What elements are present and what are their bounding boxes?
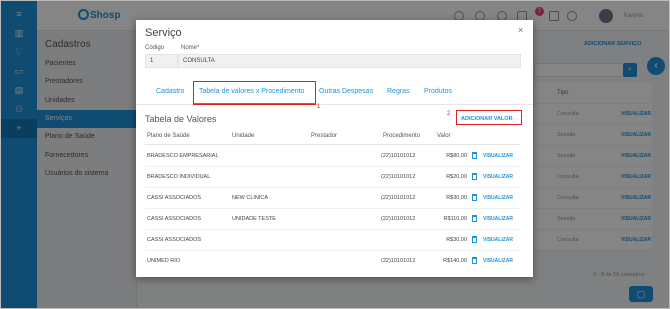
section-title: Tabela de Valores — [145, 114, 217, 124]
table-row: CASSI ASSOCIADOS NEW CLINICA (22)1010101… — [145, 188, 521, 209]
table-row: UNIMED RIO (22)10101012 R$140,00 VISUALI… — [145, 251, 521, 272]
cell-procedimento: (22)10101012 — [381, 258, 416, 264]
tab-outras-despesas[interactable]: Outras Despesas — [319, 88, 373, 95]
column-prestador: Prestador — [311, 133, 338, 139]
cell-valor: R$140,00 — [443, 258, 467, 264]
trash-icon[interactable] — [472, 173, 477, 180]
codigo-field[interactable]: 1 — [145, 54, 178, 68]
column-plano: Plano de Saúde — [147, 133, 190, 139]
column-procedimento: Procedimento — [383, 133, 421, 139]
cell-unidade: NEW CLINICA — [232, 195, 269, 201]
table-row: BRADESCO EMPRESARIAL (22)10101012 R$80,0… — [145, 146, 521, 167]
cell-procedimento: (22)10101012 — [381, 153, 416, 159]
cell-procedimento: (22)10101012 — [381, 195, 416, 201]
cell-valor: R$30,00 — [446, 237, 467, 243]
visualizar-link[interactable]: VISUALIZAR — [483, 153, 513, 159]
visualizar-link[interactable]: VISUALIZAR — [483, 216, 513, 222]
column-unidade: Unidade — [232, 133, 255, 139]
visualizar-link[interactable]: VISUALIZAR — [483, 258, 513, 264]
visualizar-link[interactable]: VISUALIZAR — [483, 174, 513, 180]
add-value-button[interactable]: ADICIONAR VALOR — [461, 116, 513, 122]
nome-field[interactable]: CONSULTA — [178, 54, 521, 68]
modal-title: Serviço — [145, 27, 182, 39]
tab-regras[interactable]: Regras — [387, 88, 410, 95]
table-row: CASSI ASSOCIADOS R$30,00 VISUALIZAR — [145, 230, 521, 251]
close-icon[interactable]: × — [518, 25, 523, 35]
table-row: CASSI ASSOCIADOS UNIDADE TESTE (22)10101… — [145, 209, 521, 230]
trash-icon[interactable] — [472, 215, 477, 222]
cell-valor: R$30,00 — [446, 195, 467, 201]
visualizar-link[interactable]: VISUALIZAR — [483, 195, 513, 201]
tab-cadastro[interactable]: Cadastro — [156, 88, 184, 95]
cell-plano: UNIMED RIO — [147, 258, 180, 264]
annotation-number-2: 2 — [447, 111, 451, 117]
cell-plano: BRADESCO EMPRESARIAL — [147, 153, 219, 159]
trash-icon[interactable] — [472, 194, 477, 201]
service-modal: Serviço × Código Nome* 1 CONSULTA Cadast… — [136, 20, 533, 277]
cell-procedimento: (22)10101012 — [381, 174, 416, 180]
tab-produtos[interactable]: Produtos — [424, 88, 452, 95]
codigo-label: Código — [145, 45, 165, 51]
annotation-number-1: 1 — [317, 104, 321, 110]
trash-icon[interactable] — [472, 236, 477, 243]
cell-plano: BRADESCO INDIVIDUAL — [147, 174, 211, 180]
cell-plano: CASSI ASSOCIADOS — [147, 237, 202, 243]
table-row: BRADESCO INDIVIDUAL (22)10101012 R$20,00… — [145, 167, 521, 188]
cell-plano: CASSI ASSOCIADOS — [147, 195, 202, 201]
app-window: ≡ ▥ ♡ ▭ ▤ ⚇ + Cadastros Pacientes Presta… — [0, 0, 670, 309]
trash-icon[interactable] — [472, 257, 477, 264]
values-table-header: Plano de Saúde Unidade Prestador Procedi… — [145, 129, 521, 145]
cell-procedimento: (22)10101012 — [381, 216, 416, 222]
cell-plano: CASSI ASSOCIADOS — [147, 216, 202, 222]
cell-valor: R$110,00 — [443, 216, 467, 222]
cell-valor: R$80,00 — [446, 153, 467, 159]
column-valor: Valor — [437, 133, 451, 139]
annotation-box-1 — [193, 81, 316, 105]
nome-label: Nome* — [181, 45, 200, 51]
cell-valor: R$20,00 — [446, 174, 467, 180]
cell-unidade: UNIDADE TESTE — [232, 216, 276, 222]
visualizar-link[interactable]: VISUALIZAR — [483, 237, 513, 243]
trash-icon[interactable] — [472, 152, 477, 159]
